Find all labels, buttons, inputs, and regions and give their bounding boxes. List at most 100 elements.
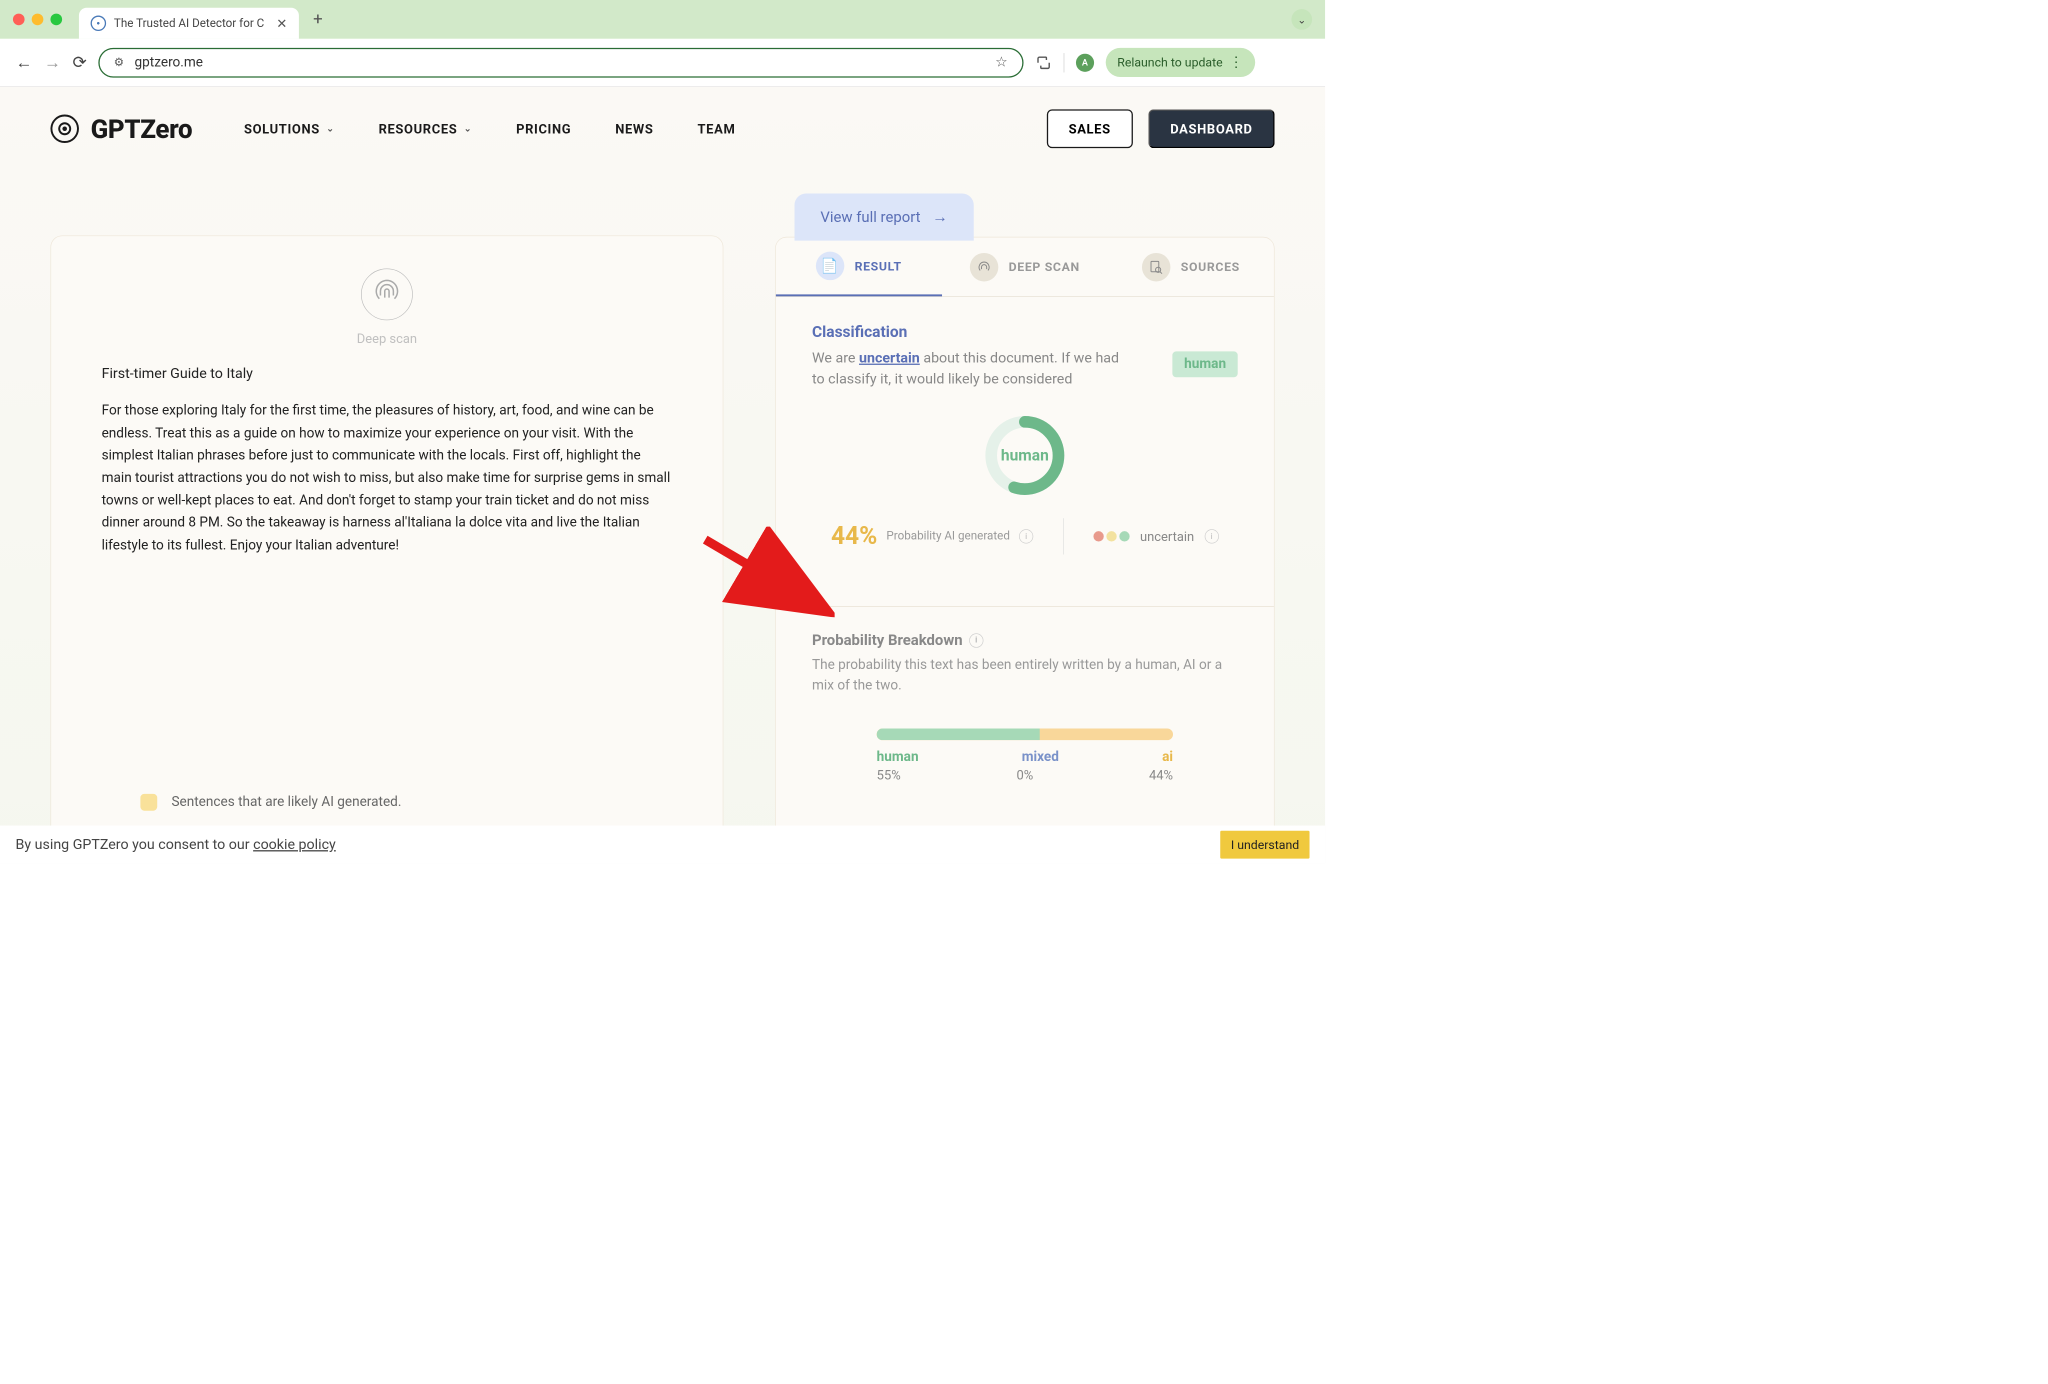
avatar-letter: A bbox=[1082, 57, 1088, 67]
site-header: GPTZero SOLUTIONS ⌄ RESOURCES ⌄ PRICING NE… bbox=[0, 87, 1325, 171]
address-bar[interactable]: ⚙ gptzero.me ☆ bbox=[98, 48, 1023, 78]
vertical-divider bbox=[1063, 518, 1064, 554]
classification-section: Classification We are uncertain about th… bbox=[776, 297, 1274, 587]
tab-sources[interactable]: SOURCES bbox=[1108, 237, 1274, 296]
nav-label: SOLUTIONS bbox=[244, 121, 320, 137]
cookie-policy-link[interactable]: cookie policy bbox=[253, 836, 336, 852]
browser-titlebar: The Trusted AI Detector for C ✕ + ⌄ bbox=[0, 0, 1325, 39]
logo-text: GPTZero bbox=[91, 114, 193, 144]
class-prefix: We are bbox=[812, 350, 859, 366]
annotation-arrow bbox=[692, 527, 834, 618]
url-text: gptzero.me bbox=[135, 55, 985, 71]
cookie-prefix: By using GPTZero you consent to our bbox=[16, 836, 254, 852]
uncertain-text: uncertain bbox=[1140, 529, 1194, 545]
legend-color-swatch bbox=[140, 794, 157, 811]
nav-label: TEAM bbox=[698, 121, 736, 137]
probability-percent: 44% bbox=[831, 522, 877, 550]
cookie-accept-button[interactable]: I understand bbox=[1220, 830, 1309, 858]
tab-icon-wrap: 📄 bbox=[816, 252, 844, 280]
bar-labels: human mixed ai bbox=[877, 749, 1173, 765]
more-dots-icon: ⋮ bbox=[1229, 54, 1243, 70]
fingerprint-circle bbox=[361, 269, 413, 321]
sales-button[interactable]: SALES bbox=[1047, 109, 1133, 148]
main-content: Deep scan First-timer Guide to Italy For… bbox=[0, 171, 1325, 839]
bar-segment-human bbox=[877, 729, 1040, 741]
document-panel: Deep scan First-timer Guide to Italy For… bbox=[50, 236, 723, 838]
nav-resources[interactable]: RESOURCES ⌄ bbox=[379, 121, 473, 137]
window-controls bbox=[13, 14, 74, 26]
logo[interactable]: GPTZero bbox=[50, 114, 192, 144]
tab-result[interactable]: 📄 RESULT bbox=[776, 237, 942, 296]
bar-label-mixed: mixed bbox=[1022, 749, 1059, 765]
tab-close-icon[interactable]: ✕ bbox=[276, 16, 287, 32]
tab-label: DEEP SCAN bbox=[1009, 259, 1080, 274]
stats-row: 44% Probability AI generated i uncerta bbox=[812, 518, 1238, 554]
probability-label: Probability AI generated bbox=[886, 529, 1010, 544]
site-settings-icon[interactable]: ⚙ bbox=[114, 56, 124, 70]
nav-pricing[interactable]: PRICING bbox=[516, 121, 571, 137]
info-icon[interactable]: i bbox=[1019, 529, 1033, 543]
report-link-label: View full report bbox=[820, 208, 920, 225]
reload-button[interactable]: ⟳ bbox=[72, 53, 86, 72]
document-title: First-timer Guide to Italy bbox=[102, 366, 673, 382]
maximize-window-button[interactable] bbox=[50, 14, 62, 26]
view-full-report-link[interactable]: View full report → bbox=[795, 193, 974, 240]
new-tab-button[interactable]: + bbox=[313, 10, 323, 29]
back-button[interactable]: ← bbox=[16, 52, 33, 72]
fingerprint-icon bbox=[976, 259, 992, 275]
forward-button[interactable]: → bbox=[44, 52, 61, 72]
deep-scan-indicator: Deep scan bbox=[102, 269, 673, 347]
nav-label: PRICING bbox=[516, 121, 571, 137]
nav-team[interactable]: TEAM bbox=[698, 121, 736, 137]
tab-title: The Trusted AI Detector for C bbox=[114, 16, 264, 30]
relaunch-button[interactable]: Relaunch to update ⋮ bbox=[1106, 48, 1255, 77]
uncertainty-indicator: uncertain i bbox=[1093, 529, 1218, 545]
bar-values: 55% 0% 44% bbox=[877, 767, 1173, 783]
classification-badge: human bbox=[1173, 351, 1238, 377]
bookmark-star-icon[interactable]: ☆ bbox=[995, 54, 1008, 70]
dot-mixed bbox=[1106, 531, 1116, 541]
nav-news[interactable]: NEWS bbox=[615, 121, 653, 137]
info-icon[interactable]: i bbox=[1205, 529, 1219, 543]
nav-label: RESOURCES bbox=[379, 121, 458, 137]
fingerprint-icon bbox=[374, 278, 400, 310]
extensions-icon[interactable] bbox=[1035, 54, 1052, 71]
nav-label: NEWS bbox=[615, 121, 653, 137]
logo-icon bbox=[50, 115, 78, 143]
classification-description: We are uncertain about this document. If… bbox=[812, 347, 1129, 390]
dot-human bbox=[1119, 531, 1129, 541]
bar-value-human: 55% bbox=[877, 767, 901, 783]
bar-value-mixed: 0% bbox=[1016, 767, 1033, 783]
relaunch-label: Relaunch to update bbox=[1117, 55, 1222, 70]
nav-solutions[interactable]: SOLUTIONS ⌄ bbox=[244, 121, 335, 137]
minimize-window-button[interactable] bbox=[32, 14, 44, 26]
close-window-button[interactable] bbox=[13, 14, 25, 26]
result-tabs: 📄 RESULT DEEP SCAN SOURCES bbox=[776, 237, 1274, 297]
profile-avatar[interactable]: A bbox=[1076, 53, 1094, 71]
chevron-down-icon: ⌄ bbox=[464, 124, 472, 134]
deep-scan-label: Deep scan bbox=[102, 331, 673, 347]
chevron-down-icon: ⌄ bbox=[326, 124, 334, 134]
tab-favicon-icon bbox=[91, 16, 107, 32]
tabs-dropdown-button[interactable]: ⌄ bbox=[1291, 9, 1312, 30]
donut-label: human bbox=[983, 413, 1067, 497]
breakdown-section: Probability Breakdown i The probability … bbox=[776, 607, 1274, 808]
bar-track bbox=[877, 729, 1173, 741]
main-nav: SOLUTIONS ⌄ RESOURCES ⌄ PRICING NEWS TEAM bbox=[244, 121, 735, 137]
document-body: For those exploring Italy for the first … bbox=[102, 400, 673, 557]
results-column: View full report → 📄 RESULT DEEP SCAN bbox=[775, 171, 1274, 839]
cookie-text: By using GPTZero you consent to our cook… bbox=[16, 836, 336, 852]
cookie-consent-bar: By using GPTZero you consent to our cook… bbox=[0, 826, 1325, 864]
ai-legend: Sentences that are likely AI generated. bbox=[140, 794, 401, 811]
tab-deep-scan[interactable]: DEEP SCAN bbox=[942, 237, 1108, 296]
probability-bar-chart: human mixed ai 55% 0% 44% bbox=[812, 729, 1238, 783]
uncertain-link[interactable]: uncertain bbox=[859, 350, 920, 366]
bar-label-human: human bbox=[877, 749, 919, 765]
probability-ai: 44% Probability AI generated i bbox=[831, 522, 1033, 550]
browser-toolbar: ← → ⟳ ⚙ gptzero.me ☆ A Relaunch to updat… bbox=[0, 39, 1325, 87]
donut: human bbox=[983, 413, 1067, 497]
info-icon[interactable]: i bbox=[969, 633, 983, 647]
dashboard-button[interactable]: DASHBOARD bbox=[1148, 109, 1274, 148]
browser-tab[interactable]: The Trusted AI Detector for C ✕ bbox=[79, 8, 299, 39]
page-content: GPTZero SOLUTIONS ⌄ RESOURCES ⌄ PRICING NE… bbox=[0, 87, 1325, 863]
